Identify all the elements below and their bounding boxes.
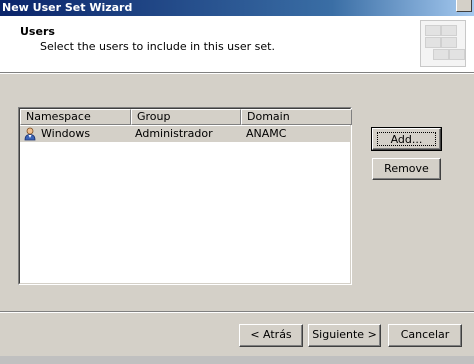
- column-header-namespace[interactable]: Namespace: [20, 109, 131, 125]
- wizard-header-graphic: [420, 20, 466, 67]
- cancel-button[interactable]: Cancelar: [388, 324, 462, 347]
- page-title: Users: [20, 25, 55, 38]
- cell-namespace: Windows: [41, 127, 91, 140]
- cell-domain: ANAMC: [246, 127, 287, 140]
- window-title: New User Set Wizard: [2, 1, 133, 14]
- remove-button[interactable]: Remove: [372, 158, 441, 180]
- background-strip: [0, 356, 474, 364]
- header-divider: [0, 73, 474, 74]
- next-button[interactable]: Siguiente >: [308, 324, 381, 347]
- page-description: Select the users to include in this user…: [40, 40, 275, 53]
- list-header: Namespace Group Domain: [20, 109, 352, 125]
- column-header-domain[interactable]: Domain: [241, 109, 352, 125]
- wizard-header: Users Select the users to include in thi…: [0, 16, 474, 73]
- cell-group: Administrador: [135, 127, 213, 140]
- close-button[interactable]: [456, 0, 472, 12]
- add-button-label: Add...: [377, 132, 436, 146]
- column-header-group[interactable]: Group: [131, 109, 241, 125]
- add-button[interactable]: Add...: [371, 127, 442, 151]
- back-button[interactable]: < Atrás: [239, 324, 303, 347]
- users-list[interactable]: Namespace Group Domain Windows Administr…: [18, 107, 352, 285]
- user-icon: [24, 127, 36, 141]
- list-row[interactable]: Windows Administrador ANAMC: [20, 126, 350, 142]
- title-bar: New User Set Wizard: [0, 0, 474, 16]
